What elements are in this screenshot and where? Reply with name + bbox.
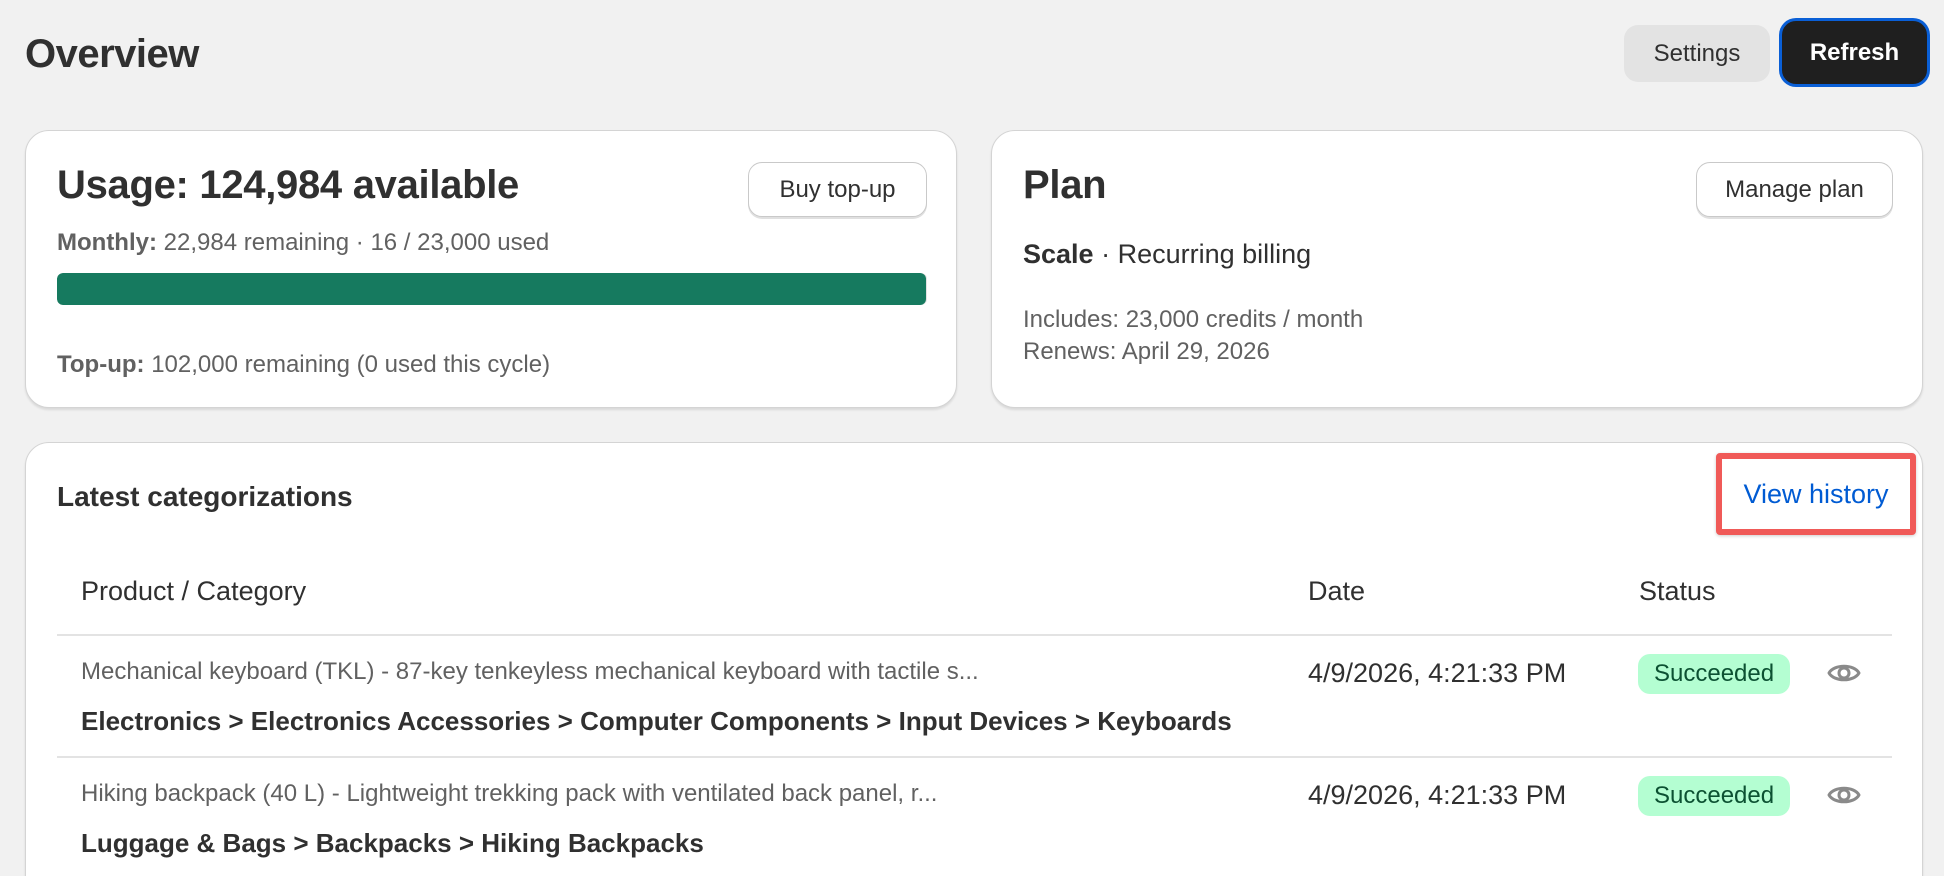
product-description: Mechanical keyboard (TKL) - 87-key tenke… xyxy=(81,658,979,685)
plan-includes: Includes: 23,000 credits / month xyxy=(1023,306,1364,333)
eye-icon[interactable] xyxy=(1827,780,1861,810)
column-header-status[interactable]: Status xyxy=(1639,576,1716,607)
usage-card: Usage: 124,984 available Buy top-up Mont… xyxy=(25,130,957,408)
table-row[interactable]: Mechanical keyboard (TKL) - 87-key tenke… xyxy=(26,636,1924,756)
column-header-date[interactable]: Date xyxy=(1308,576,1365,607)
plan-billing: · Recurring billing xyxy=(1101,239,1312,269)
topup-usage-text: Top-up: 102,000 remaining (0 used this c… xyxy=(57,351,550,379)
view-history-link[interactable]: View history xyxy=(1743,479,1888,510)
usage-title: Usage: 124,984 available xyxy=(57,163,519,207)
status-badge: Succeeded xyxy=(1638,654,1791,694)
plan-summary: Scale · Recurring billing xyxy=(1023,239,1311,270)
page-title: Overview xyxy=(25,32,199,76)
monthly-value: 22,984 remaining · 16 / 23,000 used xyxy=(163,229,550,256)
monthly-progress-fill xyxy=(57,273,927,305)
plan-tier: Scale xyxy=(1023,239,1094,269)
manage-plan-button[interactable]: Manage plan xyxy=(1696,162,1893,217)
plan-title: Plan xyxy=(1023,163,1107,207)
row-date: 4/9/2026, 4:21:33 PM xyxy=(1308,658,1567,688)
settings-button[interactable]: Settings xyxy=(1624,25,1770,82)
monthly-progress-bar xyxy=(57,273,927,305)
latest-categorizations-card: Latest categorizations View history Prod… xyxy=(25,442,1923,876)
plan-renews: Renews: April 29, 2026 xyxy=(1023,338,1270,365)
table-row[interactable]: Hiking backpack (40 L) - Lightweight tre… xyxy=(26,758,1924,876)
latest-categorizations-title: Latest categorizations xyxy=(57,481,353,512)
column-header-product[interactable]: Product / Category xyxy=(81,576,306,607)
monthly-usage-text: Monthly: 22,984 remaining · 16 / 23,000 … xyxy=(57,229,549,257)
plan-card: Plan Manage plan Scale · Recurring billi… xyxy=(991,130,1923,408)
view-history-highlight: View history xyxy=(1716,453,1916,535)
topup-label: Top-up: xyxy=(57,351,145,378)
product-category: Electronics > Electronics Accessories > … xyxy=(81,706,1232,736)
monthly-label: Monthly: xyxy=(57,229,157,256)
buy-top-up-button[interactable]: Buy top-up xyxy=(748,162,927,217)
status-badge: Succeeded xyxy=(1638,776,1791,816)
row-date: 4/9/2026, 4:21:33 PM xyxy=(1308,780,1567,810)
refresh-button[interactable]: Refresh xyxy=(1782,21,1927,84)
topup-value: 102,000 remaining (0 used this cycle) xyxy=(151,351,551,378)
product-category: Luggage & Bags > Backpacks > Hiking Back… xyxy=(81,828,704,858)
eye-icon[interactable] xyxy=(1827,658,1861,688)
product-description: Hiking backpack (40 L) - Lightweight tre… xyxy=(81,780,938,807)
